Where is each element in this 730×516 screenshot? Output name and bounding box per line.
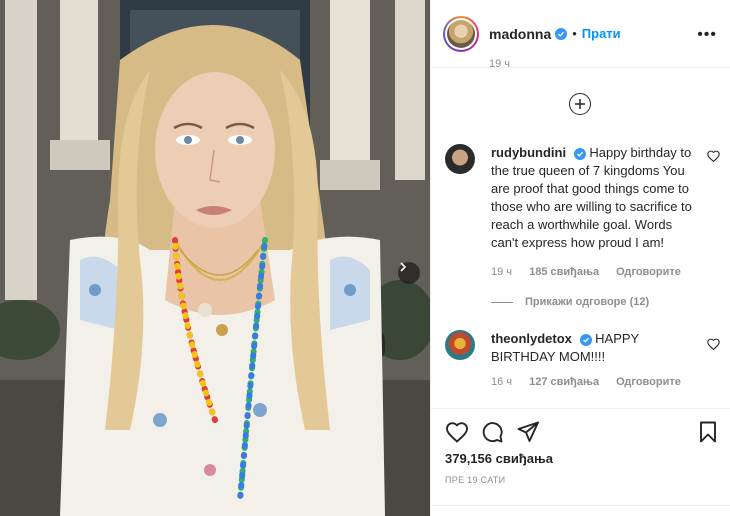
author-username[interactable]: madonna <box>489 26 551 42</box>
view-replies-label: Прикажи одговоре (12) <box>525 296 650 308</box>
plus-circle-icon <box>575 99 585 109</box>
add-comment-area[interactable] <box>431 505 730 516</box>
chevron-right-icon <box>400 262 407 272</box>
post-photo-illustration <box>0 0 430 516</box>
post-sidebar: madonna • Прати ••• 19 ч rudybundini Hap… <box>430 0 730 516</box>
commenter-username[interactable]: theonlydetox <box>491 331 572 346</box>
more-options-icon[interactable]: ••• <box>697 26 717 44</box>
verified-badge-icon <box>573 147 586 160</box>
comment-likes[interactable]: 127 свиђања <box>529 376 599 388</box>
follow-button[interactable]: Прати <box>582 26 621 41</box>
view-replies-button[interactable]: Прикажи одговоре (12) <box>491 296 649 308</box>
commenter-avatar[interactable] <box>445 330 475 360</box>
avatar-image <box>447 19 475 48</box>
post-header: madonna • Прати ••• <box>431 0 730 68</box>
commenter-avatar[interactable] <box>445 144 475 174</box>
comment-time: 19 ч <box>491 266 513 278</box>
load-more-comments-button[interactable] <box>569 93 591 115</box>
verified-badge-icon <box>579 333 592 346</box>
bookmark-icon[interactable] <box>699 421 717 443</box>
comment-body: rudybundini Happy birthday to the true q… <box>491 144 701 252</box>
like-count[interactable]: 379,156 свиђања <box>445 451 553 466</box>
separator-dot: • <box>572 26 577 41</box>
comment-icon[interactable] <box>481 421 503 443</box>
comment-like-icon[interactable] <box>707 338 720 350</box>
comment-time: 16 ч <box>491 376 513 388</box>
author-avatar[interactable] <box>443 15 479 52</box>
commenter-username[interactable]: rudybundini <box>491 145 566 160</box>
paper-plane-icon[interactable] <box>517 421 539 443</box>
post-photo[interactable] <box>0 0 430 516</box>
comment-meta: 19 ч 185 свиђања Одговорите <box>491 266 695 278</box>
post-timestamp[interactable]: ПРЕ 19 САТИ <box>445 475 505 485</box>
comment-text: Happy birthday to the true queen of 7 ki… <box>491 145 692 250</box>
reply-button[interactable]: Одговорите <box>616 376 681 388</box>
verified-badge-icon <box>555 27 568 40</box>
post-actions: 379,156 свиђања ПРЕ 19 САТИ <box>431 408 730 516</box>
comment-likes[interactable]: 185 свиђања <box>529 266 599 278</box>
replies-divider <box>491 301 513 303</box>
reply-button[interactable]: Одговорите <box>616 266 681 278</box>
next-photo-button[interactable] <box>398 262 420 284</box>
partial-comment-time: 19 ч <box>489 58 511 70</box>
comment-body: theonlydetox HAPPY BIRTHDAY MOM!!!! <box>491 330 701 366</box>
heart-icon[interactable] <box>445 421 469 443</box>
comment-like-icon[interactable] <box>707 150 720 162</box>
comment-meta: 16 ч 127 свиђања Одговорите <box>491 376 695 388</box>
